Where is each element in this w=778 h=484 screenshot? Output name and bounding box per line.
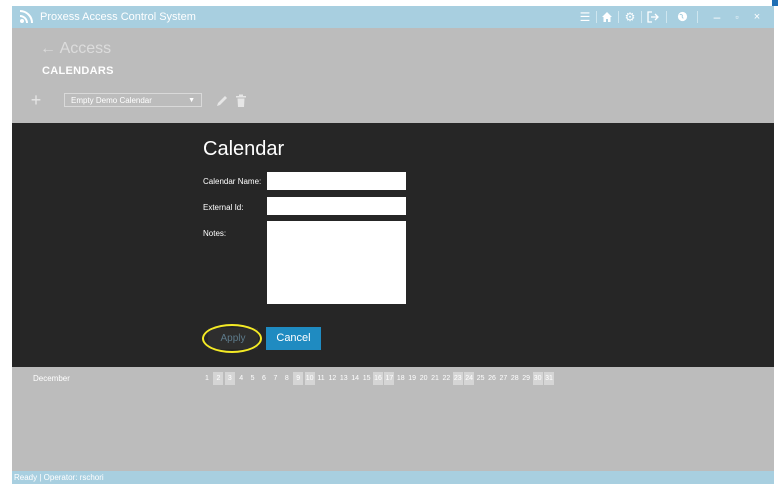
maximize-icon[interactable]: ▫ [731, 9, 743, 25]
logout-icon[interactable] [646, 9, 660, 25]
toolbar-divider [666, 11, 667, 23]
calendar-day[interactable]: 19 [407, 372, 417, 385]
toolbar-divider [697, 11, 698, 23]
toolbar-divider [618, 11, 619, 23]
calendar-day[interactable]: 2 [213, 372, 224, 385]
globe-icon[interactable] [675, 9, 689, 25]
external-id-label: External Id: [203, 203, 244, 212]
home-icon[interactable] [600, 9, 614, 25]
calendar-day[interactable]: 23 [452, 372, 463, 385]
calendar-select-value: Empty Demo Calendar [71, 96, 152, 105]
external-id-input[interactable] [267, 197, 406, 215]
calendar-day[interactable]: 30 [532, 372, 543, 385]
add-calendar-button[interactable]: + [28, 91, 44, 109]
back-arrow-icon: ← [40, 40, 60, 57]
toolbar-divider [596, 11, 597, 23]
menu-icon[interactable]: ☰ [578, 9, 592, 25]
calendar-day[interactable]: 29 [521, 372, 531, 385]
calendar-day[interactable]: 26 [487, 372, 497, 385]
app-logo-icon [19, 10, 33, 24]
page-heading: CALENDARS [42, 65, 114, 77]
notes-textarea[interactable] [267, 221, 406, 304]
calendar-day[interactable]: 10 [304, 372, 315, 385]
calendar-day[interactable]: 5 [248, 372, 258, 385]
calendar-day[interactable]: 20 [419, 372, 429, 385]
toolbar-divider [641, 11, 642, 23]
calendar-day[interactable]: 8 [282, 372, 292, 385]
calendar-day[interactable]: 31 [544, 372, 554, 385]
month-label: December [33, 374, 70, 383]
title-bar: Proxess Access Control System ☰ ⚙ – ▫ × [12, 6, 774, 28]
apply-highlight-ring [202, 324, 262, 353]
minimize-icon[interactable]: – [711, 9, 723, 25]
form-title: Calendar [203, 138, 285, 160]
cancel-button[interactable]: Cancel [266, 327, 321, 350]
calendar-select[interactable]: Empty Demo Calendar ▼ [64, 93, 202, 107]
calendar-day[interactable]: 3 [224, 372, 235, 385]
calendar-day[interactable]: 13 [339, 372, 349, 385]
calendar-day[interactable]: 9 [293, 372, 304, 385]
notes-label: Notes: [203, 229, 227, 238]
cursor-marker-icon [772, 0, 778, 6]
calendar-name-label: Calendar Name: [203, 177, 262, 186]
app-window: Proxess Access Control System ☰ ⚙ – ▫ × … [12, 6, 774, 484]
back-navigation[interactable]: ← Access [40, 40, 111, 58]
calendar-day[interactable]: 14 [350, 372, 360, 385]
calendar-day[interactable]: 25 [476, 372, 486, 385]
calendar-day[interactable]: 1 [202, 372, 212, 385]
calendar-day[interactable]: 24 [464, 372, 475, 385]
trash-icon[interactable] [235, 94, 247, 108]
app-title: Proxess Access Control System [40, 11, 196, 23]
calendar-day[interactable]: 18 [396, 372, 406, 385]
calendar-day[interactable]: 4 [236, 372, 246, 385]
calendar-day[interactable]: 15 [362, 372, 372, 385]
calendar-day[interactable]: 11 [316, 372, 326, 385]
calendar-day[interactable]: 16 [373, 372, 383, 385]
calendar-day[interactable]: 7 [270, 372, 280, 385]
calendar-day[interactable]: 22 [441, 372, 451, 385]
calendar-day[interactable]: 6 [259, 372, 269, 385]
calendar-day[interactable]: 21 [430, 372, 440, 385]
calendar-name-input[interactable] [267, 172, 406, 190]
calendar-day[interactable]: 12 [327, 372, 337, 385]
status-bar: Ready | Operator: rschori [12, 471, 774, 484]
calendar-day[interactable]: 27 [498, 372, 508, 385]
pencil-icon[interactable] [215, 94, 229, 108]
back-label: Access [59, 40, 112, 57]
calendar-day[interactable]: 17 [384, 372, 395, 385]
close-icon[interactable]: × [751, 9, 763, 25]
chevron-down-icon: ▼ [188, 97, 195, 104]
gear-icon[interactable]: ⚙ [623, 9, 637, 25]
status-text: Ready | Operator: rschori [14, 473, 104, 482]
calendar-day[interactable]: 28 [510, 372, 520, 385]
